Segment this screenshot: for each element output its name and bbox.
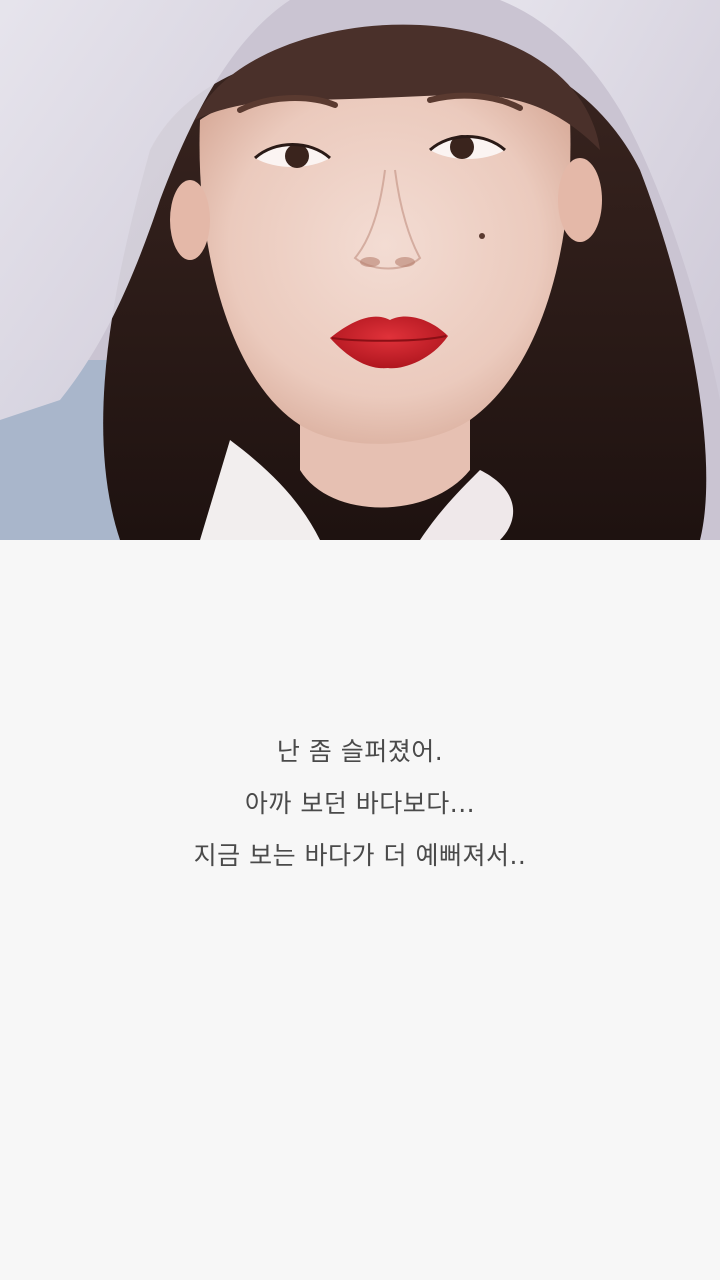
story-screen: 난 좀 슬퍼졌어. 아까 보던 바다보다... 지금 보는 바다가 더 예뻐져서… — [0, 0, 720, 1280]
portrait-photo — [0, 0, 720, 540]
quote-line-3: 지금 보는 바다가 더 예뻐져서.. — [193, 841, 527, 870]
quote-line-1: 난 좀 슬퍼졌어. — [276, 737, 444, 766]
quote-line-2: 아까 보던 바다보다... — [244, 789, 476, 818]
quote-text: 난 좀 슬퍼졌어. 아까 보던 바다보다... 지금 보는 바다가 더 예뻐져서… — [0, 726, 720, 882]
